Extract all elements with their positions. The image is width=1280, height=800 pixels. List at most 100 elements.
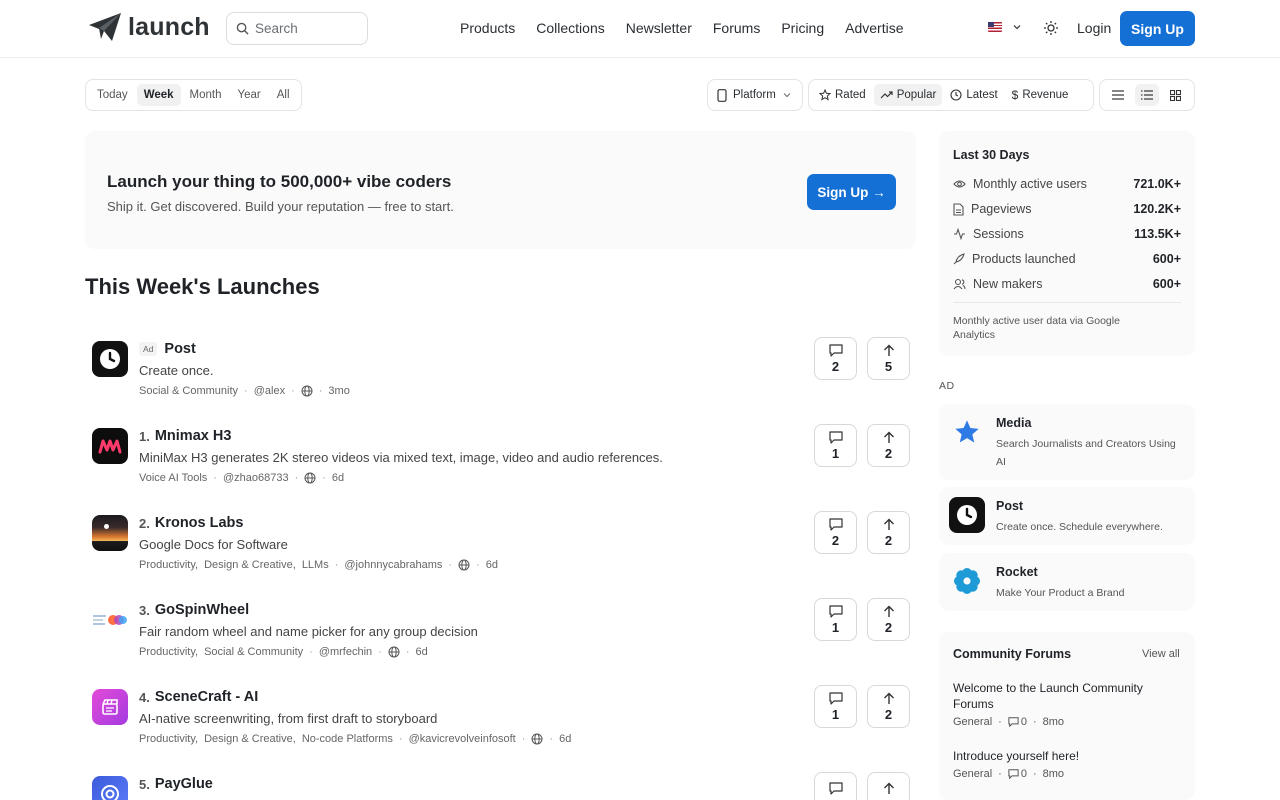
comments-button[interactable]: 1 <box>814 685 857 728</box>
view-list-button[interactable] <box>1134 84 1159 106</box>
star-outline-icon <box>819 89 831 101</box>
forum-category[interactable]: General <box>953 768 992 780</box>
product-title[interactable]: Post <box>164 341 195 357</box>
view-grid-button[interactable] <box>1164 84 1188 106</box>
clock-icon <box>957 505 977 525</box>
globe-icon[interactable] <box>301 385 313 397</box>
upvote-button[interactable]: 2 <box>867 424 910 467</box>
period-year[interactable]: Year <box>231 84 268 106</box>
period-today[interactable]: Today <box>90 84 135 106</box>
category-tag[interactable]: Social & Community <box>204 646 303 658</box>
platform-dropdown[interactable]: Platform <box>707 79 803 111</box>
nav-products[interactable]: Products <box>460 20 515 36</box>
category-tag[interactable]: Productivity, <box>139 559 198 571</box>
launch-item[interactable]: 1. Mnimax H3 MiniMax H3 generates 2K ste… <box>85 415 916 495</box>
signup-button[interactable]: Sign Up <box>1120 11 1195 46</box>
upvote-button[interactable]: 2 <box>867 598 910 641</box>
ad-logo <box>949 497 985 533</box>
banner-signup-button[interactable]: Sign Up → <box>807 174 896 210</box>
launch-item[interactable]: 3. GoSpinWheel Fair random wheel and nam… <box>85 589 916 669</box>
ad-logo <box>949 414 985 450</box>
nav-pricing[interactable]: Pricing <box>781 20 824 36</box>
product-title[interactable]: GoSpinWheel <box>155 602 249 618</box>
sort-rated[interactable]: Rated <box>813 84 872 106</box>
forum-category[interactable]: General <box>953 716 992 728</box>
launch-item[interactable]: Ad Post Create once. Social & Community … <box>85 328 916 408</box>
comments-button[interactable]: 2 <box>814 511 857 554</box>
nav-forums[interactable]: Forums <box>713 20 760 36</box>
upvote-button[interactable]: 5 <box>867 337 910 380</box>
view-compact-button[interactable] <box>1106 84 1130 106</box>
forum-post-title[interactable]: Introduce yourself here! <box>953 748 1173 764</box>
period-all[interactable]: All <box>270 84 297 106</box>
forum-post[interactable]: Introduce yourself here! General · 0 · 8… <box>953 748 1173 780</box>
period-week[interactable]: Week <box>136 84 181 106</box>
product-title[interactable]: Kronos Labs <box>155 515 244 531</box>
nav-collections[interactable]: Collections <box>536 20 604 36</box>
ad-card-post[interactable]: Post Create once. Schedule everywhere. <box>939 487 1195 545</box>
maker-handle[interactable]: @mrfechin <box>319 646 372 658</box>
launch-item[interactable]: 4. SceneCraft - AI AI-native screenwriti… <box>85 676 916 756</box>
product-title[interactable]: SceneCraft - AI <box>155 689 258 705</box>
nav-advertise[interactable]: Advertise <box>845 20 903 36</box>
upvote-button[interactable] <box>867 772 910 800</box>
category-tag[interactable]: Productivity, <box>139 733 198 745</box>
product-title[interactable]: PayGlue <box>155 776 213 792</box>
sort-latest[interactable]: Latest <box>944 84 1003 106</box>
comments-button[interactable]: 1 <box>814 598 857 641</box>
maker-handle[interactable]: @johnnycabrahams <box>344 559 442 571</box>
clock-icon <box>100 349 120 369</box>
forums-title: Community Forums <box>953 647 1072 661</box>
forum-post[interactable]: Welcome to the Launch Community Forums G… <box>953 680 1173 728</box>
view-all-link[interactable]: View all <box>1142 648 1180 660</box>
product-logo <box>92 776 128 800</box>
category-tag[interactable]: Voice AI Tools <box>139 472 207 484</box>
category-tag[interactable]: Productivity, <box>139 646 198 658</box>
ad-title: Post <box>996 499 1024 513</box>
category-tag[interactable]: Social & Community <box>139 385 238 397</box>
maker-handle[interactable]: @zhao68733 <box>223 472 289 484</box>
platform-label: Platform <box>733 89 776 101</box>
ad-card-media[interactable]: Media Search Journalists and Creators Us… <box>939 404 1195 480</box>
banner-subtitle: Ship it. Get discovered. Build your repu… <box>107 199 454 214</box>
login-link[interactable]: Login <box>1077 20 1111 36</box>
product-meta: Productivity, Design & Creative, No-code… <box>139 733 572 745</box>
forum-post-title[interactable]: Welcome to the Launch Community Forums <box>953 680 1173 712</box>
product-meta: Social & Community · @alex · · 3mo <box>139 385 350 397</box>
product-meta: Productivity, Design & Creative, LLMs · … <box>139 559 498 571</box>
launch-item[interactable]: 2. Kronos Labs Google Docs for Software … <box>85 502 916 582</box>
comments-button[interactable] <box>814 772 857 800</box>
category-tag[interactable]: Design & Creative, <box>204 559 296 571</box>
ad-card-rocket[interactable]: Rocket Make Your Product a Brand <box>939 553 1195 611</box>
ad-section-label: AD <box>939 380 955 392</box>
logo[interactable]: launch <box>88 12 210 42</box>
upvote-button[interactable]: 2 <box>867 685 910 728</box>
launch-item[interactable]: 5. PayGlue <box>85 763 916 800</box>
maker-handle[interactable]: @kavicrevolveinfosoft <box>409 733 516 745</box>
nav-newsletter[interactable]: Newsletter <box>626 20 692 36</box>
sort-revenue[interactable]: $ Revenue <box>1006 83 1075 107</box>
comments-button[interactable]: 1 <box>814 424 857 467</box>
upvote-count: 2 <box>884 445 893 461</box>
globe-icon[interactable] <box>304 472 316 484</box>
stat-value: 600+ <box>1152 252 1181 266</box>
category-tag[interactable]: Design & Creative, <box>204 733 296 745</box>
period-month[interactable]: Month <box>183 84 229 106</box>
globe-icon[interactable] <box>388 646 400 658</box>
category-tag[interactable]: LLMs <box>302 559 329 571</box>
search-box[interactable] <box>226 12 368 45</box>
maker-handle[interactable]: @alex <box>254 385 285 397</box>
phone-icon <box>717 88 727 102</box>
globe-icon[interactable] <box>531 733 543 745</box>
stat-label: Products launched <box>972 252 1076 266</box>
comments-button[interactable]: 2 <box>814 337 857 380</box>
globe-icon[interactable] <box>458 559 470 571</box>
search-input[interactable] <box>255 21 355 36</box>
product-title[interactable]: Mnimax H3 <box>155 428 232 444</box>
theme-toggle[interactable] <box>1043 20 1059 39</box>
comment-count: 1 <box>831 445 840 461</box>
upvote-button[interactable]: 2 <box>867 511 910 554</box>
sort-popular[interactable]: Popular <box>873 84 943 106</box>
category-tag[interactable]: No-code Platforms <box>302 733 393 745</box>
language-selector[interactable] <box>988 22 1022 32</box>
